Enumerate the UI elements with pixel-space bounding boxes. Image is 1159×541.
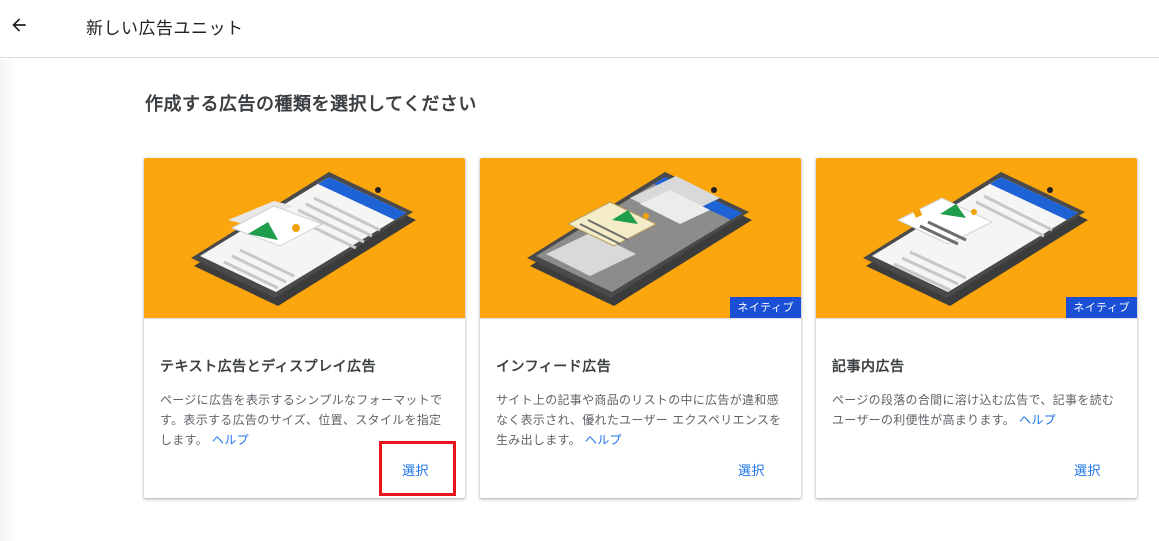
card-description: ページに広告を表示するシンプルなフォーマットです。表示する広告のサイズ、位置、ス… <box>160 390 452 450</box>
arrow-left-icon <box>12 18 26 32</box>
card-title: 記事内広告 <box>832 359 905 375</box>
card-description-text: ページに広告を表示するシンプルなフォーマットです。表示する広告のサイズ、位置、ス… <box>160 393 443 447</box>
select-button[interactable]: 選択 <box>738 460 765 479</box>
help-link[interactable]: ヘルプ <box>1019 413 1056 427</box>
help-link[interactable]: ヘルプ <box>585 433 622 447</box>
section-heading: 作成する広告の種類を選択してください <box>145 94 477 115</box>
card-title: インフィード広告 <box>496 359 612 375</box>
card-description-text: サイト上の記事や商品のリストの中に広告が違和感なく表示され、優れたユーザー エク… <box>496 393 782 447</box>
phone-illustration <box>191 172 416 306</box>
page-title: 新しい広告ユニット <box>86 19 244 39</box>
card-description: サイト上の記事や商品のリストの中に広告が違和感なく表示され、優れたユーザー エク… <box>496 390 788 450</box>
select-button[interactable]: 選択 <box>402 460 429 479</box>
back-button[interactable] <box>6 12 32 38</box>
native-badge: ネイティブ <box>1066 297 1137 318</box>
phone-illustration <box>527 172 752 306</box>
card-description: ページの段落の合間に溶け込む広告で、記事を読むユーザーの利便性が高まります。 ヘル… <box>832 390 1124 430</box>
side-shadow <box>0 59 18 541</box>
card-description-text: ページの段落の合間に溶け込む広告で、記事を読むユーザーの利便性が高まります。 <box>832 393 1115 427</box>
native-badge: ネイティブ <box>730 297 801 318</box>
top-app-bar: 新しい広告ユニット <box>0 0 1159 58</box>
ad-type-card-text-display: テキスト広告とディスプレイ広告 ページに広告を表示するシンプルなフォーマットです… <box>144 158 465 498</box>
card-illustration <box>144 158 465 319</box>
select-button[interactable]: 選択 <box>1074 460 1101 479</box>
card-illustration: ネイティブ <box>480 158 801 319</box>
phone-illustration <box>863 172 1088 306</box>
ad-type-card-in-feed: ネイティブ インフィード広告 サイト上の記事や商品のリストの中に広告が違和感なく… <box>480 158 801 498</box>
card-illustration: ネイティブ <box>816 158 1137 319</box>
ad-type-card-in-article: ネイティブ 記事内広告 ページの段落の合間に溶け込む広告で、記事を読むユーザーの… <box>816 158 1137 498</box>
help-link[interactable]: ヘルプ <box>212 433 249 447</box>
card-title: テキスト広告とディスプレイ広告 <box>160 359 377 375</box>
